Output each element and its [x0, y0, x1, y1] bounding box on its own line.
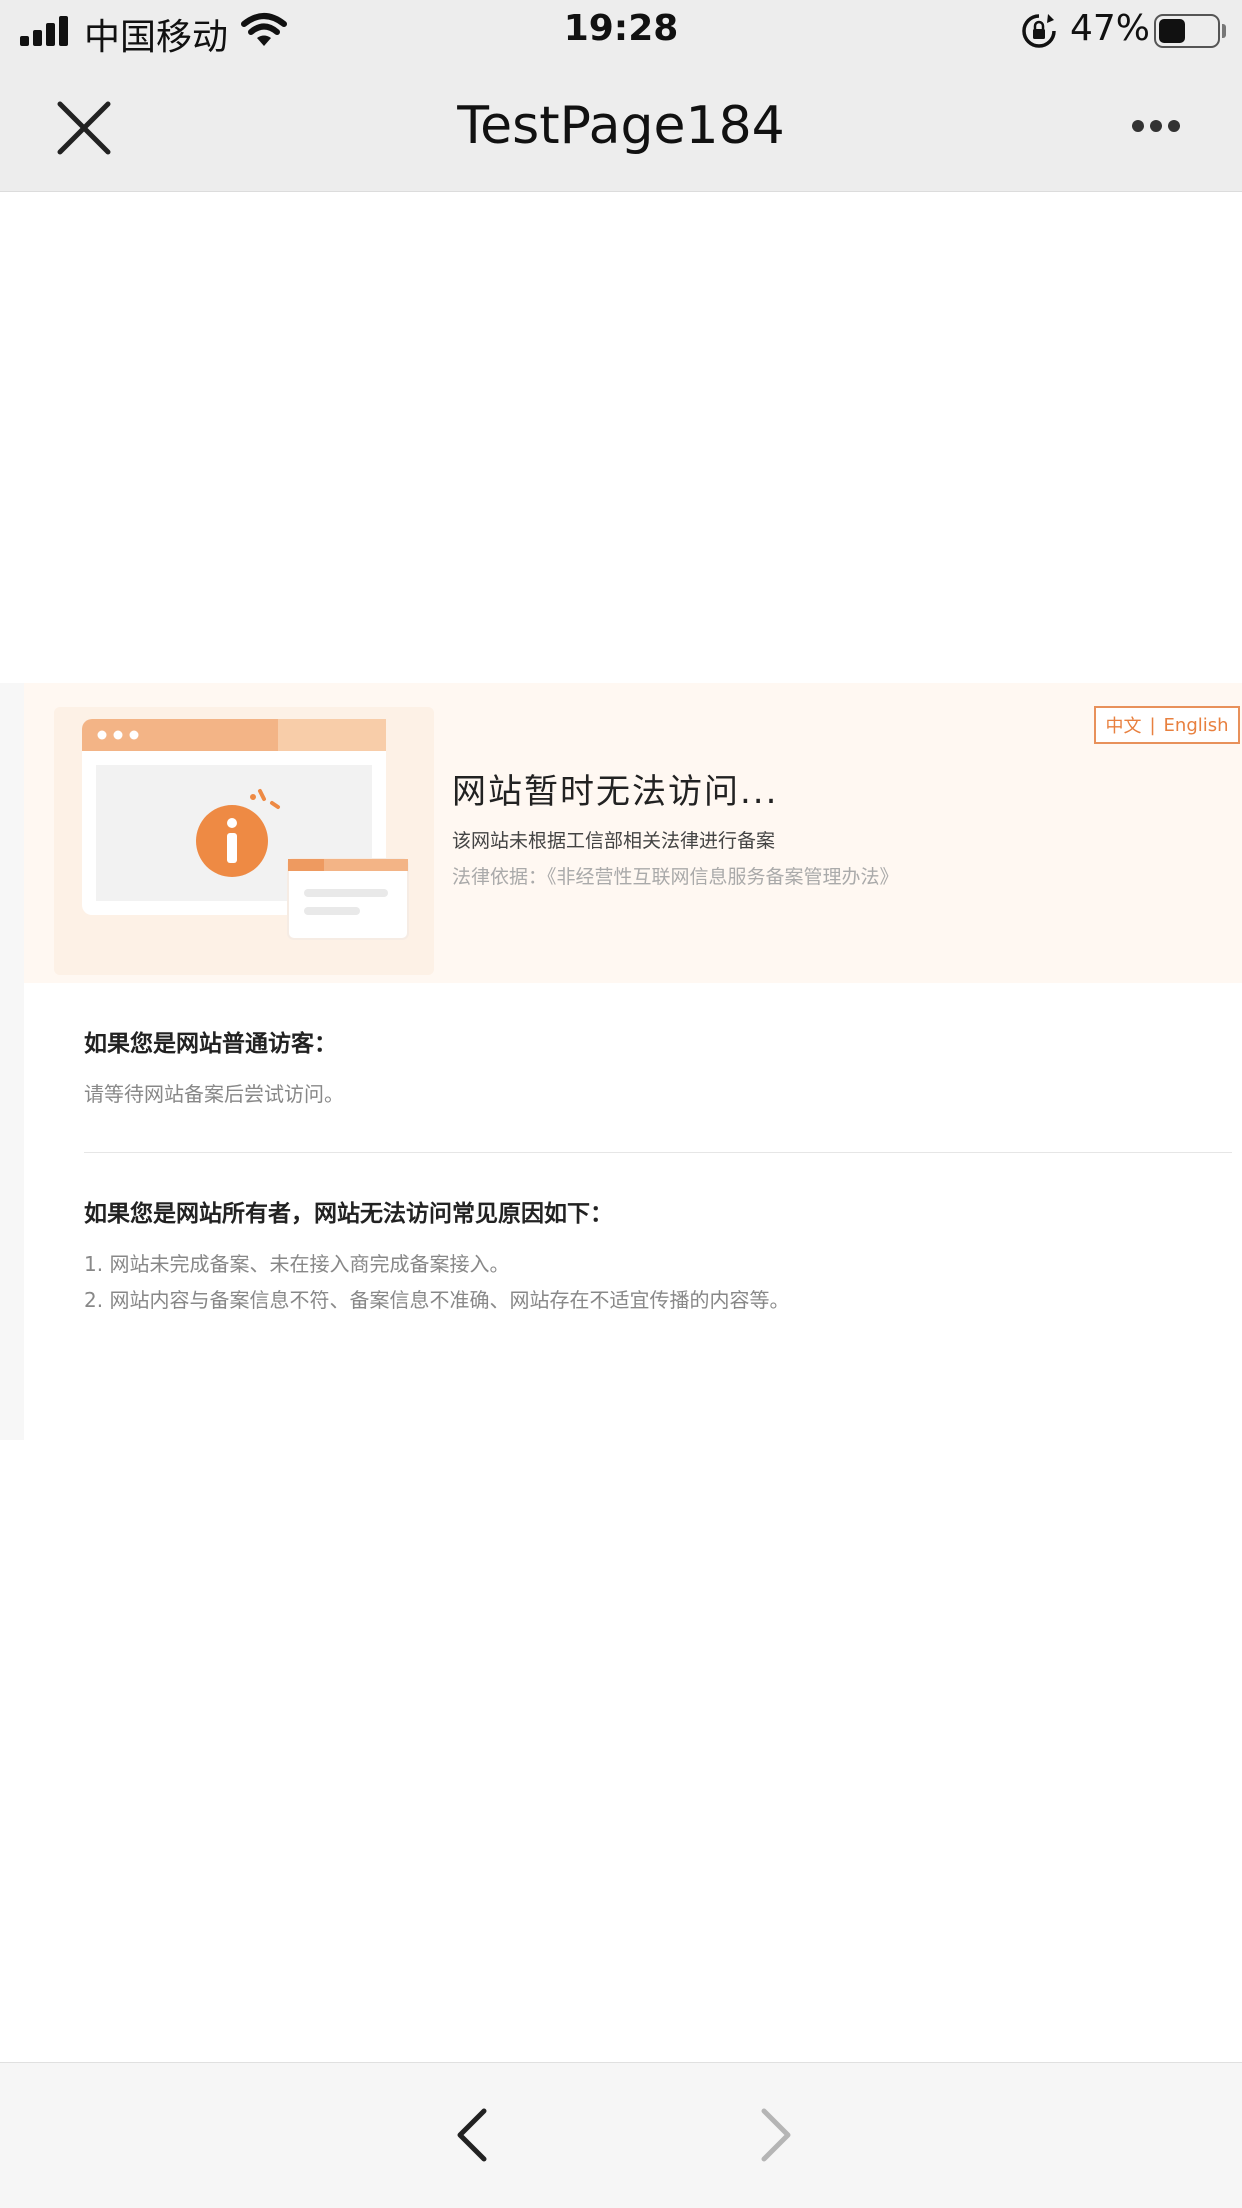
lang-separator: | [1149, 714, 1156, 736]
status-bar: 中国移动 19:28 47% [0, 0, 1242, 62]
lang-en-option[interactable]: English [1164, 715, 1229, 736]
chevron-right-icon[interactable] [750, 2105, 800, 2165]
owner-reason-item: 1. 网站未完成备案、未在接入商完成备案接入。 [84, 1252, 510, 1276]
illustration-panel [54, 707, 434, 975]
chevron-left-icon[interactable] [448, 2105, 498, 2165]
website-info-illustration [82, 719, 409, 940]
error-subtitle: 该网站未根据工信部相关法律进行备案 [452, 830, 776, 852]
error-title: 网站暂时无法访问... [452, 772, 779, 812]
battery-icon [1154, 14, 1220, 48]
battery-tip [1222, 24, 1226, 38]
lang-zh-option[interactable]: 中文 [1105, 712, 1141, 738]
rotation-lock-icon [1022, 14, 1056, 48]
page-title: TestPage184 [457, 96, 785, 156]
visitor-section-title: 如果您是网站普通访客： [84, 1031, 337, 1057]
visitor-section-text: 请等待网站备案后尝试访问。 [84, 1082, 344, 1106]
more-icon[interactable] [1120, 114, 1190, 140]
language-toggle[interactable]: 中文 | English [1094, 706, 1240, 744]
law-reference: 法律依据：《非经营性互联网信息服务备案管理办法》 [452, 866, 899, 888]
owner-section-title: 如果您是网站所有者，网站无法访问常见原因如下： [84, 1201, 613, 1227]
nav-bar: TestPage184 [0, 62, 1242, 192]
battery-percent: 47% [1070, 8, 1151, 49]
owner-reason-item: 2. 网站内容与备案信息不符、备案信息不准确、网站存在不适宜传播的内容等。 [84, 1288, 790, 1312]
bottom-toolbar [0, 2062, 1242, 2208]
left-strip [0, 683, 24, 1440]
section-divider [84, 1152, 1232, 1153]
